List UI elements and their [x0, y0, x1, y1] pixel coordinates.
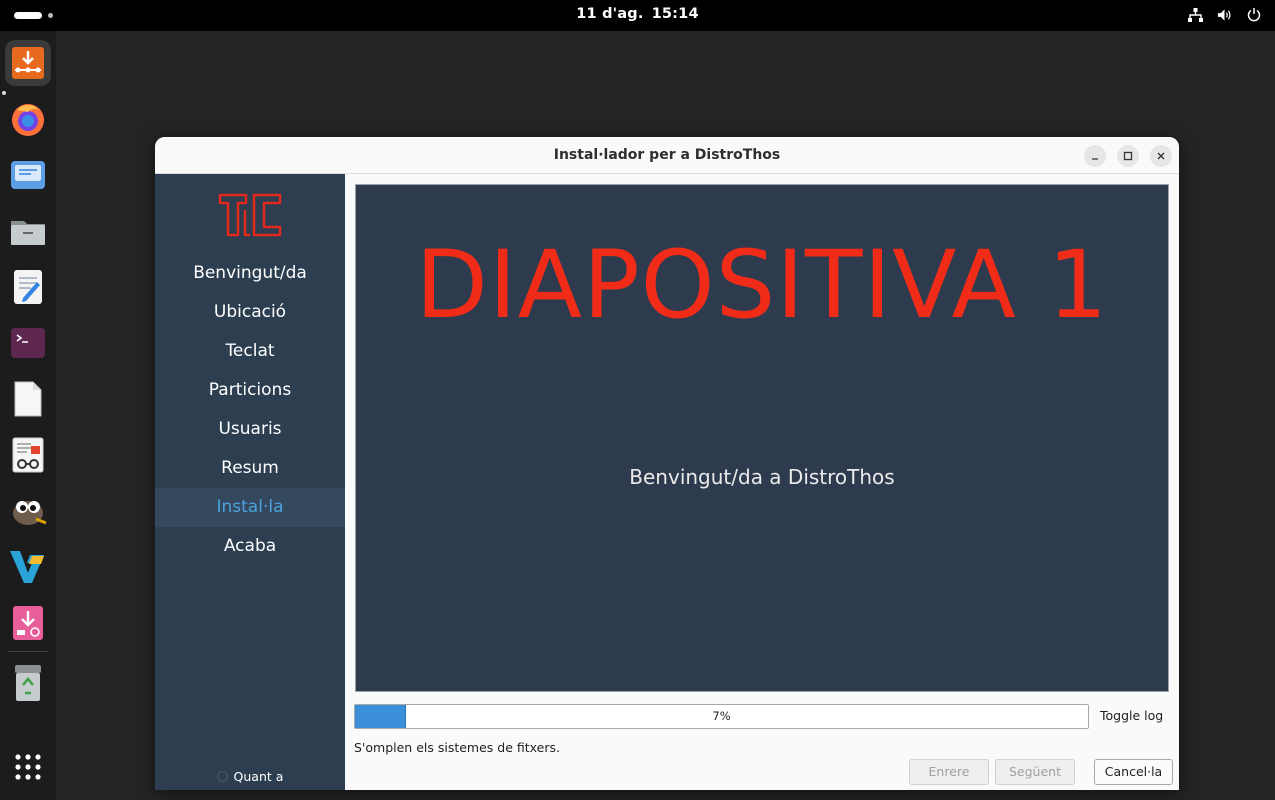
trash-icon[interactable] [5, 660, 51, 706]
distro-logo-icon [218, 192, 282, 242]
document-viewer-icon[interactable] [5, 432, 51, 478]
step-welcome: Benvingut/da [193, 263, 307, 283]
progress-label: 7% [712, 709, 731, 723]
window-title: Instal·lador per a DistroThos [553, 147, 781, 163]
about-button[interactable]: Quant a [155, 769, 345, 784]
slide-subtitle: Benvingut/da a DistroThos [629, 465, 895, 489]
terminal-icon[interactable] [5, 320, 51, 366]
app-grid-icon[interactable] [5, 744, 51, 790]
close-button[interactable] [1150, 145, 1172, 167]
step-list: Benvingut/da Ubicació Teclat Particions … [155, 254, 345, 566]
slideshow: DIAPOSITIVA 1 Benvingut/da a DistroThos [355, 184, 1169, 692]
clock-date: 11 d'ag. [576, 6, 644, 22]
step-keyboard: Teclat [225, 341, 275, 361]
title-bar[interactable]: Instal·lador per a DistroThos [155, 137, 1179, 174]
slide-title: DIAPOSITIVA 1 [415, 231, 1109, 340]
step-summary: Resum [221, 458, 279, 478]
volume-icon[interactable] [1217, 6, 1232, 23]
text-editor-icon[interactable] [5, 264, 51, 310]
package-installer-icon[interactable] [5, 600, 51, 646]
toggle-log-button[interactable]: Toggle log [1100, 708, 1163, 723]
vscodium-icon[interactable] [5, 544, 51, 590]
dock-separator [8, 651, 48, 652]
about-label: Quant a [233, 769, 284, 784]
maximize-button[interactable] [1117, 145, 1139, 167]
next-button[interactable]: Següent [995, 759, 1075, 785]
step-install: Instal·la [155, 488, 345, 527]
network-icon[interactable] [1188, 6, 1203, 23]
system-tray[interactable] [1188, 6, 1261, 23]
clock-time: 15:14 [651, 6, 699, 22]
minimize-button[interactable] [1084, 145, 1106, 167]
status-text: S'omplen els sistemes de fitxers. [354, 740, 560, 755]
step-finish: Acaba [223, 536, 277, 556]
document-icon[interactable] [5, 376, 51, 422]
dock [0, 31, 56, 800]
step-partitions: Particions [208, 380, 292, 400]
mail-icon[interactable] [5, 152, 51, 198]
installer-icon[interactable] [5, 40, 51, 86]
power-icon[interactable] [1246, 6, 1261, 23]
step-location: Ubicació [213, 302, 287, 322]
step-users: Usuaris [218, 419, 282, 439]
sidebar: Benvingut/da Ubicació Teclat Particions … [155, 174, 345, 790]
info-icon [216, 771, 228, 782]
top-bar: 11 d'ag. 15:14 [0, 0, 1275, 31]
cancel-button[interactable]: Cancel·la [1094, 759, 1173, 785]
install-progress-bar: 7% [354, 704, 1089, 729]
firefox-icon[interactable] [5, 96, 51, 142]
files-icon[interactable] [5, 208, 51, 254]
installer-window: Instal·lador per a DistroThos Benvingut/… [155, 137, 1179, 790]
running-indicator [2, 91, 6, 95]
gimp-icon[interactable] [5, 488, 51, 534]
back-button[interactable]: Enrere [909, 759, 989, 785]
main-content: DIAPOSITIVA 1 Benvingut/da a DistroThos … [345, 174, 1179, 790]
clock[interactable]: 11 d'ag. 15:14 [0, 6, 1275, 22]
